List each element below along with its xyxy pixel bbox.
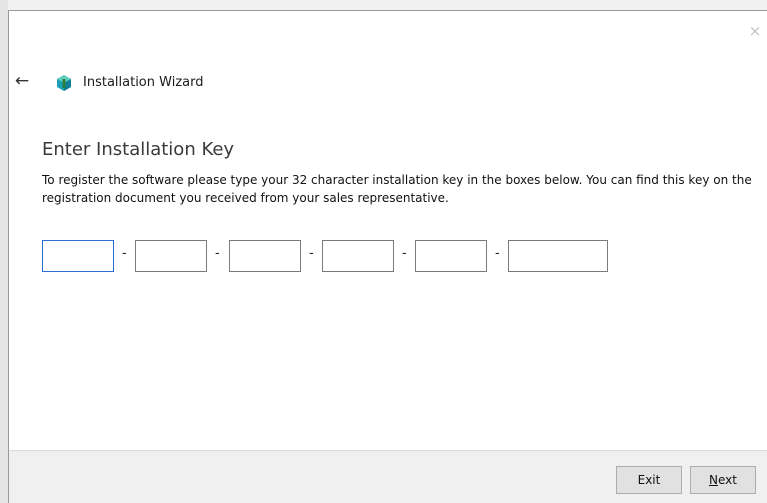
key-field-5[interactable] <box>415 240 487 272</box>
exit-button[interactable]: Exit <box>616 466 682 494</box>
close-icon[interactable]: × <box>747 23 763 39</box>
app-logo-icon <box>57 75 71 91</box>
key-separator: - <box>215 246 220 261</box>
key-field-1[interactable] <box>42 240 114 272</box>
wizard-footer: Exit Next <box>9 450 767 503</box>
key-field-4[interactable] <box>322 240 394 272</box>
key-field-6[interactable] <box>508 240 608 272</box>
key-separator: - <box>309 246 314 261</box>
page-title: Enter Installation Key <box>42 139 235 160</box>
key-field-2[interactable] <box>135 240 207 272</box>
next-button-label: ext <box>718 473 737 487</box>
window-title: Installation Wizard <box>83 75 204 90</box>
key-separator: - <box>122 246 127 261</box>
background-edge <box>0 0 8 503</box>
key-separator: - <box>495 246 500 261</box>
next-button-mnemonic: N <box>709 473 718 487</box>
instructions-text: To register the software please type you… <box>42 173 752 205</box>
key-separator: - <box>402 246 407 261</box>
next-button[interactable]: Next <box>690 466 756 494</box>
exit-button-label: Exit <box>637 473 661 487</box>
key-field-3[interactable] <box>229 240 301 272</box>
back-arrow-icon[interactable]: ← <box>12 72 32 90</box>
installer-window: × ← Installation Wizard Enter Installati… <box>8 10 767 503</box>
